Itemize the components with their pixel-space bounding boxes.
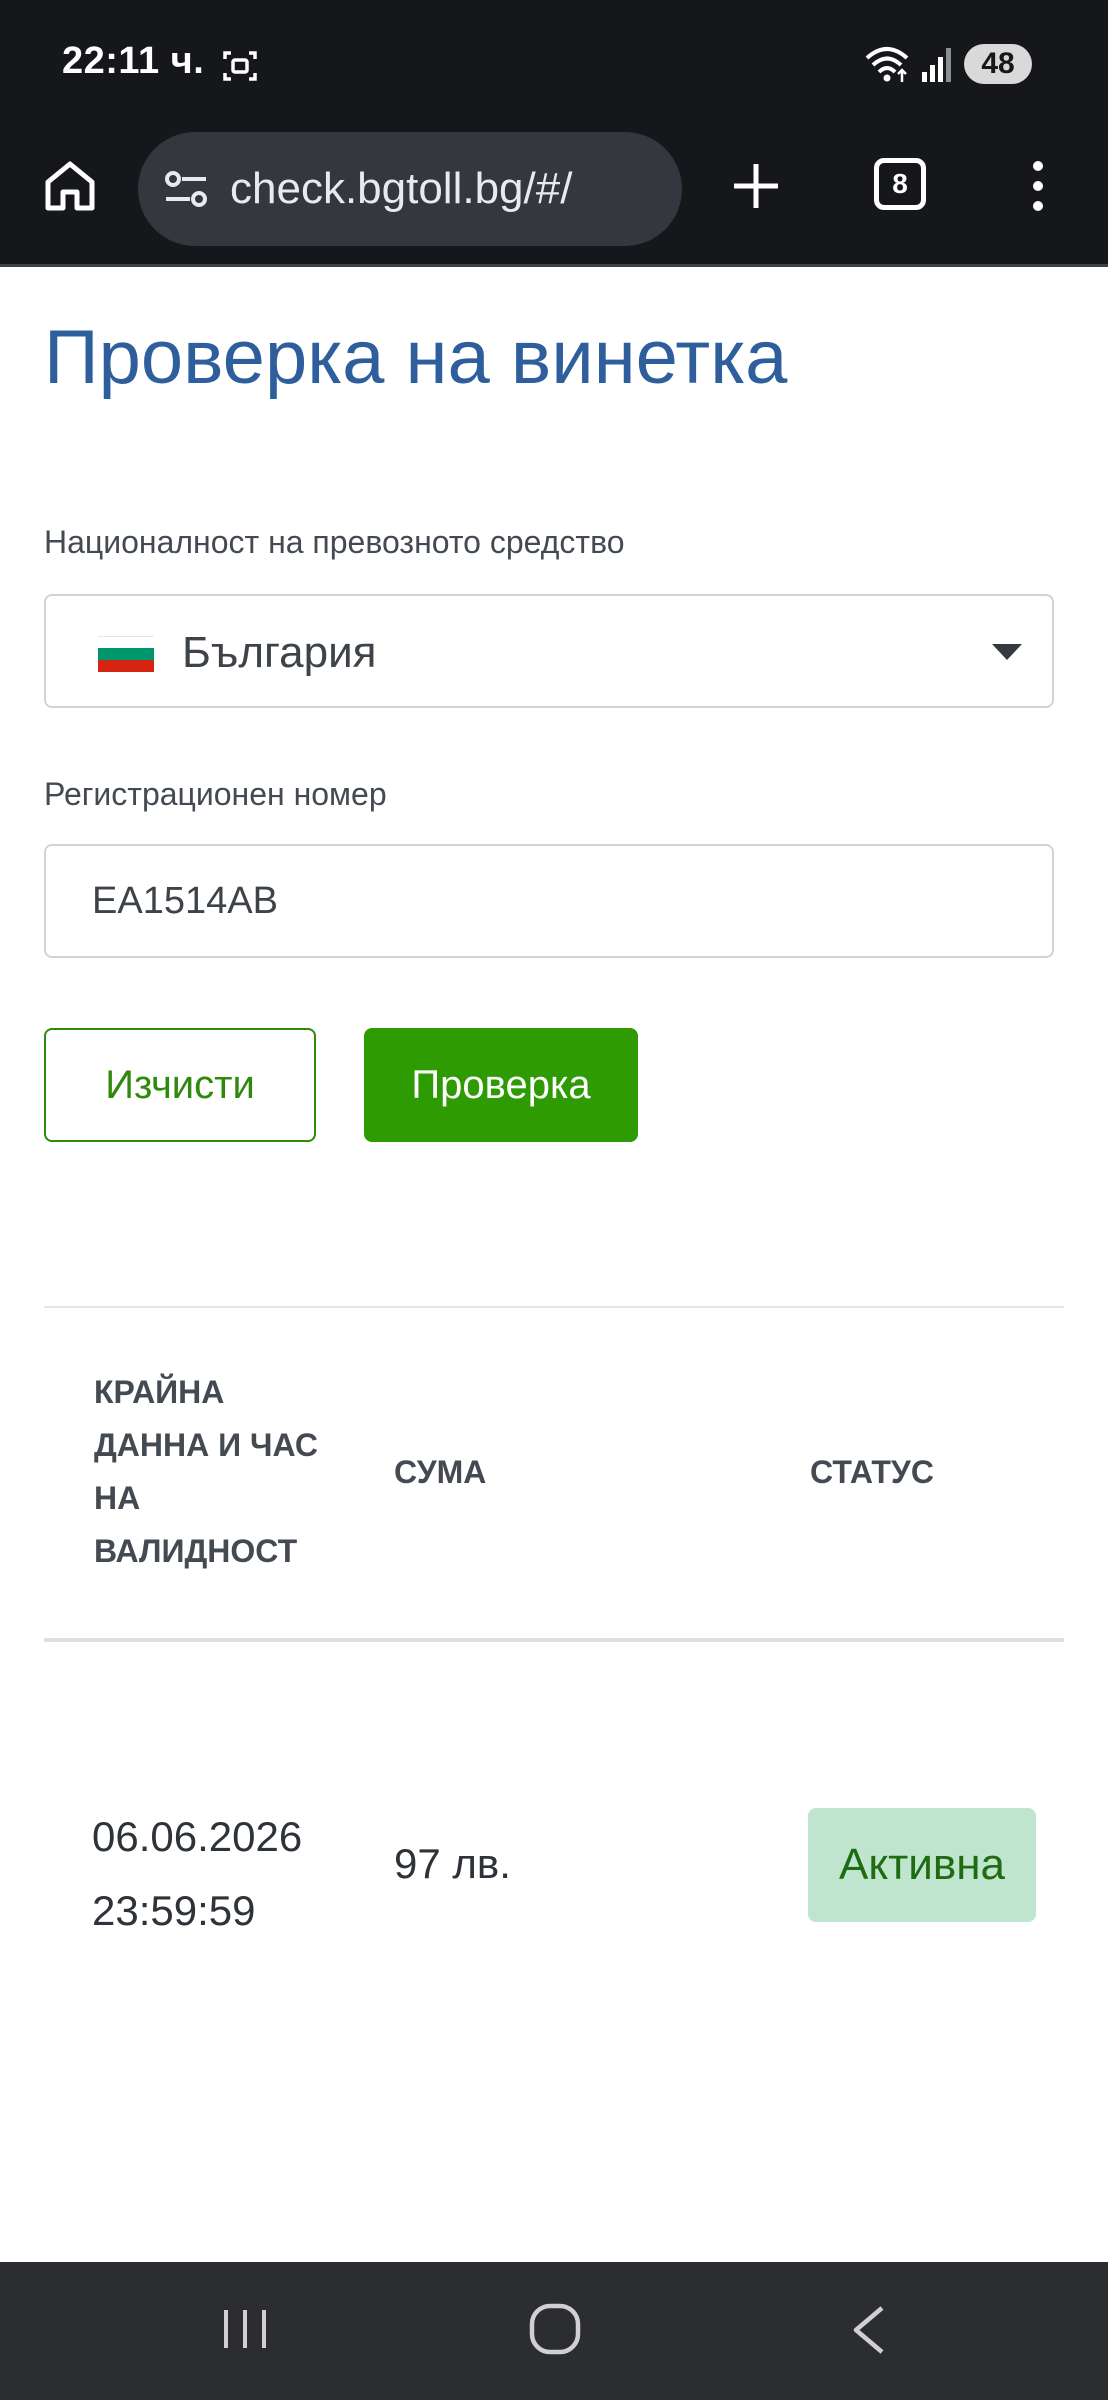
signal-icon xyxy=(922,48,951,82)
status-badge: Активна xyxy=(808,1808,1036,1922)
battery-indicator: 48 xyxy=(964,44,1032,84)
registration-number-input[interactable] xyxy=(44,844,1054,958)
plus-icon[interactable] xyxy=(726,156,786,216)
tabs-icon[interactable]: 8 xyxy=(874,158,926,210)
bulgaria-flag-icon xyxy=(98,636,154,672)
nationality-selected-value: България xyxy=(182,628,377,677)
amount-cell: 97 лв. xyxy=(394,1840,511,1887)
more-vert-icon[interactable] xyxy=(1024,156,1052,216)
check-button[interactable]: Проверка xyxy=(364,1028,638,1142)
url-text[interactable]: check.bgtoll.bg/#/ xyxy=(230,164,572,214)
column-header-status: СТАТУС xyxy=(810,1454,934,1490)
address-bar[interactable]: check.bgtoll.bg/#/ xyxy=(138,132,682,246)
home-icon[interactable] xyxy=(38,154,102,218)
back-icon[interactable] xyxy=(848,2304,888,2356)
validity-date: 06.06.2026 xyxy=(92,1813,303,1860)
page-title: Проверка на винетка xyxy=(44,315,788,400)
caret-down-icon[interactable] xyxy=(992,644,1022,662)
browser-toolbar: check.bgtoll.bg/#/ 8 xyxy=(0,132,1108,266)
column-header-amount: СУМА xyxy=(394,1454,487,1490)
screenshot-icon xyxy=(223,51,257,81)
recents-icon[interactable] xyxy=(220,2304,270,2354)
registration-label: Регистрационен номер xyxy=(44,776,387,812)
toolbar-divider xyxy=(0,264,1108,267)
status-bar: 22:11 ч. 48 xyxy=(0,0,1108,132)
status-time: 22:11 ч. xyxy=(62,40,205,82)
column-header-validity: КРАЙНА ДАННА И ЧАС НА ВАЛИДНОСТ xyxy=(94,1374,318,1569)
table-header-divider xyxy=(44,1638,1064,1642)
site-settings-icon[interactable] xyxy=(162,168,210,210)
wifi-icon xyxy=(865,47,909,82)
home-circle-icon[interactable] xyxy=(528,2302,582,2356)
validity-cell: 06.06.2026 23:59:59 xyxy=(92,1800,302,1948)
nationality-label: Националност на превозното средство xyxy=(44,524,625,560)
results-divider xyxy=(44,1306,1064,1308)
system-nav-bar xyxy=(0,2262,1108,2400)
validity-time: 23:59:59 xyxy=(92,1887,256,1934)
nationality-select[interactable]: България xyxy=(44,594,1054,708)
clear-button[interactable]: Изчисти xyxy=(44,1028,316,1142)
